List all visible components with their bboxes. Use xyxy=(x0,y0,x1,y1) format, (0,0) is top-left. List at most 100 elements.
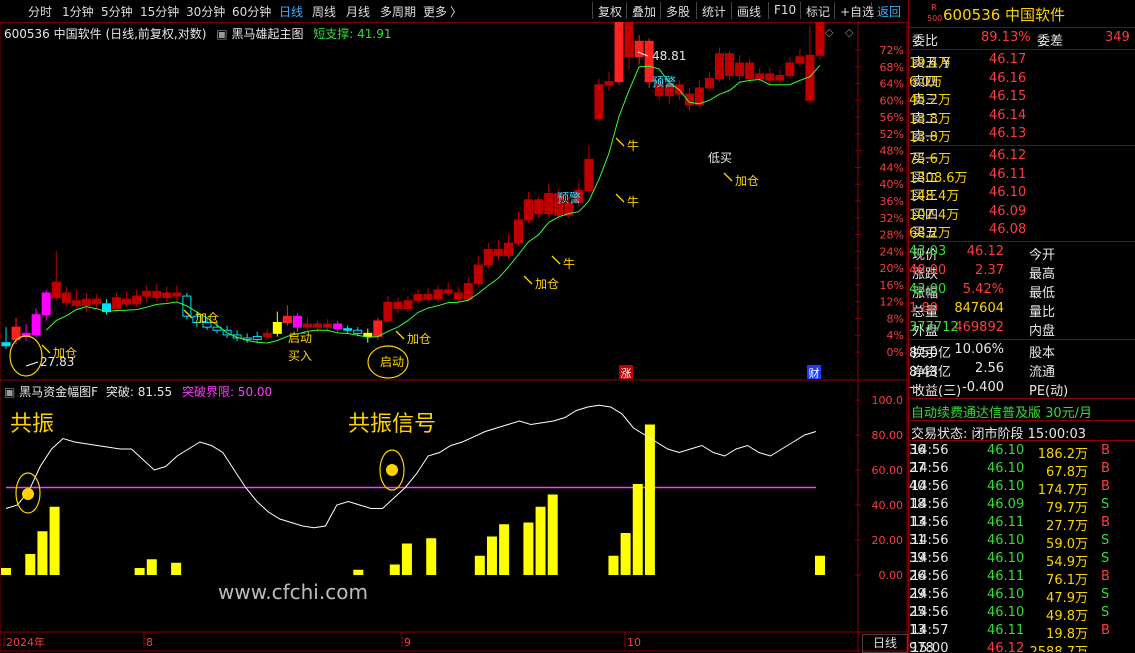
toolbar-btn-1[interactable]: 叠加 xyxy=(632,3,656,20)
stat-row: 涨幅 5.42% 最低 43.00 xyxy=(909,282,1056,301)
money-bag-icon xyxy=(386,464,398,476)
tick-row: 14:56 46.10 59.0万 S 31 xyxy=(909,533,1110,552)
fund-bar xyxy=(620,533,631,575)
toolbar-btn-3[interactable]: 统计 xyxy=(702,3,726,20)
candle-body xyxy=(1,342,11,347)
fund-bar xyxy=(146,559,157,575)
stat-row: 现价 46.12 今开 43.03 xyxy=(909,244,1056,263)
jiacang-label-arrow xyxy=(523,275,533,285)
fund-bar xyxy=(1,568,11,575)
fund-bar xyxy=(37,531,48,575)
candle-body xyxy=(524,199,534,221)
jiacang-label: 加仓 xyxy=(735,174,759,188)
period-tab-6[interactable]: 日线 xyxy=(279,3,303,20)
service-text[interactable]: 自动续费通达信普及版 30元/月 xyxy=(911,402,1092,421)
period-tab-0[interactable]: 分时 xyxy=(28,3,52,20)
pct-tick-label: 0% xyxy=(887,346,904,359)
niu-label: 牛 xyxy=(627,138,639,153)
toolbar-btn-2[interactable]: 多股 xyxy=(666,3,690,20)
fund-bar xyxy=(353,569,364,575)
pct-tick-label: 52% xyxy=(880,128,904,141)
period-button[interactable]: 日线 xyxy=(862,634,908,653)
tick-row: 14:56 46.10 49.8万 S 25 xyxy=(909,605,1110,624)
candle-body xyxy=(41,292,51,316)
candle-body xyxy=(313,323,323,328)
cai-badge: 财 xyxy=(809,366,820,380)
quote-panel: R 500 600536 中国软件 委比 89.13% 委差 349 卖五 ¥46… xyxy=(908,0,1135,652)
fund-bar xyxy=(547,494,558,575)
toolbar-btn-8[interactable]: 返回 xyxy=(877,3,901,20)
candle-body xyxy=(584,158,594,191)
candle-body xyxy=(142,290,152,297)
watermark: www.cfchi.com xyxy=(218,580,368,604)
candle-body xyxy=(413,294,423,302)
candle-body xyxy=(463,283,473,300)
candle-body xyxy=(715,53,725,80)
pct-tick-label: 20% xyxy=(880,262,904,275)
sell-row: 卖五 ¥46.17 19.4万 xyxy=(909,52,1027,71)
zhang-badge: 涨 xyxy=(621,367,632,380)
period-tab-4[interactable]: 30分钟 xyxy=(186,3,225,20)
toolbar-separator xyxy=(660,2,661,19)
chart-settings-icon[interactable]: ◇ xyxy=(825,26,833,39)
indicator-name[interactable]: 黑马雄起主图 xyxy=(231,27,303,41)
candle-body xyxy=(51,281,61,299)
toolbar-btn-7[interactable]: +自选 xyxy=(840,3,874,20)
chart-canvas[interactable]: 72% 68% 64% 60% 56% 52% 48% 44% 40% 36% 32% 28% 24% 2… xyxy=(0,22,908,652)
fund-bar xyxy=(499,524,510,575)
period-tab-5[interactable]: 60分钟 xyxy=(232,3,271,20)
period-tab-2[interactable]: 5分钟 xyxy=(101,3,133,20)
sub-indicator-icon[interactable]: ▣ xyxy=(4,385,15,399)
money-bag-icon xyxy=(22,488,34,500)
stat-row: 外盘 469892 内盘 377712 xyxy=(909,320,1056,339)
candle-body xyxy=(534,199,544,215)
chart-expand-icon[interactable]: ◇ xyxy=(845,26,853,39)
pct-tick-label: 4% xyxy=(887,329,904,342)
pct-tick-label: 72% xyxy=(880,44,904,57)
toolbar-btn-0[interactable]: 复权 xyxy=(598,3,622,20)
period-tab-10[interactable]: 更多 xyxy=(423,3,447,20)
candle-body xyxy=(765,73,775,81)
sub-indicator-name[interactable]: 黑马资金幅图F xyxy=(19,385,98,399)
pct-tick-label: 64% xyxy=(880,78,904,91)
period-tab-3[interactable]: 15分钟 xyxy=(140,3,179,20)
pct-tick-label: 36% xyxy=(880,195,904,208)
yujing-label: 预警 xyxy=(652,74,676,89)
sell-row: 卖一 46.13 13.8万 xyxy=(909,126,1027,145)
candle-body xyxy=(725,53,735,76)
candle-body xyxy=(503,242,513,257)
sub-tick-label: 100.0 xyxy=(872,394,904,407)
toolbar-btn-6[interactable]: 标记 xyxy=(806,3,830,20)
pct-tick-label: 28% xyxy=(880,229,904,242)
sell-row: 卖二 46.14 13.8万 xyxy=(909,107,1027,127)
candle-body xyxy=(383,301,393,322)
short-support-line xyxy=(45,65,821,344)
candle-body xyxy=(403,300,413,310)
chart-stock-title: 600536 中国软件 (日线,前复权,对数) xyxy=(4,27,207,41)
toolbar-btn-4[interactable]: 画线 xyxy=(737,3,761,20)
candle-body xyxy=(31,314,41,336)
candle-body xyxy=(514,219,524,244)
pct-tick-label: 44% xyxy=(880,161,904,174)
toolbar-separator xyxy=(768,2,769,19)
more-arrow-icon[interactable]: 〉 xyxy=(450,3,462,20)
tick-row: 14:56 46.10 186.2万 B 36 xyxy=(909,443,1110,462)
candle-body xyxy=(152,290,162,299)
tick-row: 14:56 46.10 54.9万 S 39 xyxy=(909,551,1110,570)
signal-circle xyxy=(9,335,43,377)
buy-row: 买二 46.11 1308.6万 xyxy=(909,166,1027,186)
period-tab-9[interactable]: 多周期 xyxy=(380,3,416,20)
candle-body xyxy=(393,301,403,310)
fund-bar xyxy=(523,522,534,575)
gongzhen-label: 共振 xyxy=(10,412,55,437)
indicator-dropdown-icon[interactable]: ▣ xyxy=(216,27,227,41)
period-tab-8[interactable]: 月线 xyxy=(346,3,370,20)
candle-body xyxy=(453,292,463,300)
period-tab-1[interactable]: 1分钟 xyxy=(62,3,94,20)
toolbar-btn-5[interactable]: F10 xyxy=(774,3,796,17)
fund-bar xyxy=(535,506,546,575)
stat-row: 净资 2.56 流通 8.43亿 xyxy=(909,361,1056,380)
jiacang-label-arrow xyxy=(395,330,405,340)
period-tab-7[interactable]: 周线 xyxy=(312,3,336,20)
low-price-label: 27.83 xyxy=(40,355,74,369)
